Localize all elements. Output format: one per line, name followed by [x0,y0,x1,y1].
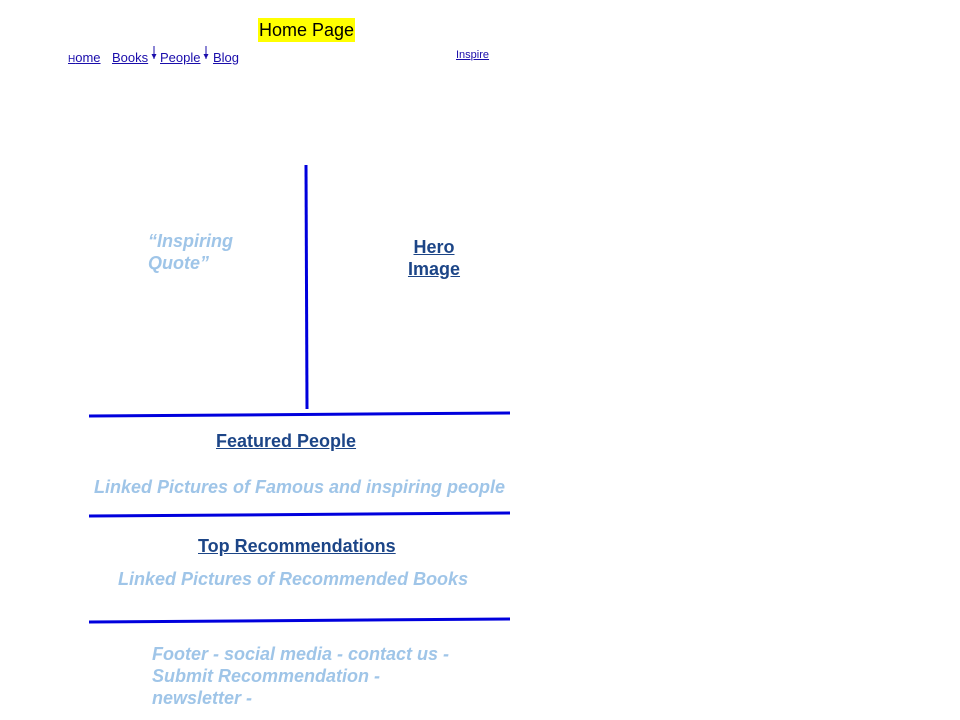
footer-placeholder: Footer - social media - contact us - Sub… [152,644,450,708]
hero-divider-line [304,164,309,410]
nav-books-link[interactable]: Books [112,50,148,66]
wireframe-lines [88,164,511,624]
featured-bottom-divider [88,511,511,518]
books-dropdown-arrow-icon[interactable] [151,46,157,60]
nav-blog-link[interactable]: Blog [213,50,239,66]
wireframe-canvas: Home Page Home Books People Blog Inspire… [0,0,960,720]
hero-image-label[interactable]: Hero Image [404,236,464,280]
hero-bottom-divider [88,411,511,418]
top-recommendations-heading[interactable]: Top Recommendations [198,535,396,557]
recommended-books-description: Linked Pictures of Recommended Books [118,569,469,589]
inspiring-quote-placeholder: “Inspiring Quote” [148,231,233,273]
featured-people-heading[interactable]: Featured People [216,430,356,452]
nav-home-link[interactable]: Home [68,50,101,68]
featured-people-description: Linked Pictures of Famous and inspiring … [94,477,506,497]
page-title: Home Page [258,18,356,42]
recommendations-bottom-divider [88,617,511,624]
people-dropdown-arrow-icon[interactable] [203,46,209,60]
nav-home-rest: ome [75,50,101,65]
nav-inspire-link[interactable]: Inspire [456,49,489,61]
nav-people-link[interactable]: People [160,50,200,66]
